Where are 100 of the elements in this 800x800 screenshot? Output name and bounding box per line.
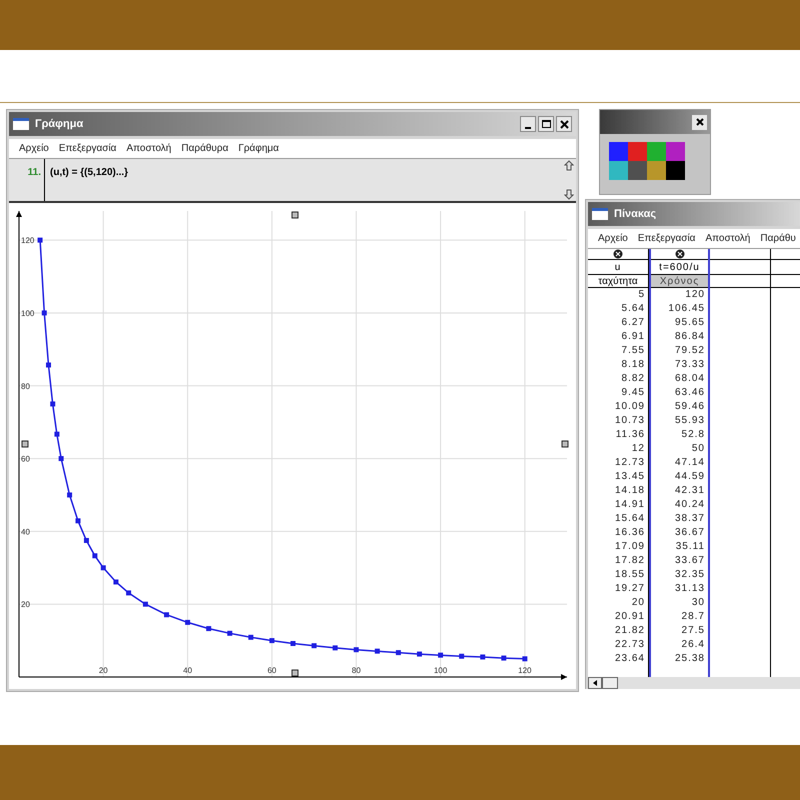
point	[185, 620, 190, 625]
point	[46, 362, 52, 368]
point	[227, 630, 232, 636]
point	[84, 538, 89, 543]
table-cell-text: 21.82	[614, 624, 646, 638]
scroll-down-icon[interactable]	[564, 189, 574, 200]
table-cell-text: 10.73	[614, 414, 646, 428]
point	[248, 634, 254, 640]
table-cell-text: 22.73	[614, 638, 646, 652]
menu-item[interactable]: Γράφημα	[238, 141, 279, 156]
table-cell-text: 5	[637, 288, 646, 302]
point	[206, 626, 212, 632]
close-button[interactable]	[692, 114, 707, 130]
table-cell-text: 52.8	[680, 428, 706, 442]
point	[164, 612, 170, 618]
color-swatch[interactable]	[647, 142, 666, 161]
color-swatch[interactable]	[666, 161, 685, 180]
scroll-left-icon[interactable]	[588, 677, 602, 689]
x-tick-label: 120	[518, 666, 532, 675]
point	[67, 492, 72, 498]
scrollbar-thumb[interactable]	[602, 677, 618, 689]
table-cell-text: 73.33	[674, 358, 706, 372]
point	[38, 238, 43, 243]
menu-item[interactable]: Επεξεργασία	[58, 141, 116, 156]
table-cell-text: 13.45	[614, 470, 646, 484]
table-cell-text: 27.5	[680, 624, 706, 638]
x-tick-label: 100	[434, 666, 448, 675]
point	[58, 456, 64, 462]
table-cell-text: 44.59	[674, 470, 706, 484]
x-tick-label: 80	[352, 666, 361, 675]
y-tick-label: 80	[21, 382, 30, 391]
point	[42, 310, 47, 316]
close-button[interactable]	[556, 116, 572, 132]
point	[113, 579, 118, 584]
color-swatch[interactable]	[628, 161, 647, 180]
menu-item[interactable]: Αρχείο	[19, 141, 49, 156]
column-handle-icon[interactable]	[674, 249, 684, 259]
column-label[interactable]: ταχύτητα	[588, 275, 648, 288]
table-cell-text: 15.64	[614, 512, 646, 526]
point	[480, 654, 486, 660]
table-cell-text: 20.91	[614, 610, 646, 624]
color-swatch[interactable]	[609, 161, 628, 180]
resize-handle[interactable]	[562, 440, 568, 448]
close-icon	[696, 118, 704, 126]
table-cell-text: 12.73	[614, 456, 646, 470]
table-cell-text: 6.91	[620, 330, 646, 344]
table-cell-text: 17.09	[614, 540, 646, 554]
table-cell-text: 68.04	[674, 372, 706, 386]
menu-item[interactable]: Αρχείο	[598, 231, 628, 246]
point	[54, 432, 60, 437]
menu-item[interactable]: Παράθυρα	[181, 141, 228, 156]
table-cell-text: 47.14	[674, 456, 706, 470]
table-cell-text: 14.18	[614, 484, 646, 498]
column-name[interactable]: u	[588, 260, 648, 275]
point	[92, 553, 98, 558]
table-cell-text: 33.67	[674, 554, 706, 568]
menu-item[interactable]: Επεξεργασία	[638, 231, 696, 246]
point	[374, 648, 380, 654]
resize-handle[interactable]	[292, 212, 298, 218]
table-cell-text: 63.46	[674, 386, 706, 400]
y-tick-label: 100	[21, 308, 34, 318]
window-title: Πίνακας	[614, 206, 656, 222]
color-swatch[interactable]	[628, 142, 647, 161]
menu-item[interactable]: Παράθυ	[760, 231, 796, 246]
table-cell-text: 11.36	[614, 428, 646, 442]
table-cell-text: 42.31	[674, 484, 706, 498]
y-tick-label: 40	[21, 527, 30, 536]
window-icon	[592, 208, 608, 220]
table-cell-text: 50	[690, 442, 706, 456]
table-cell-text: 5.64	[620, 302, 646, 316]
table-cell-text: 32.35	[674, 568, 706, 582]
table-cell-text: 31.13	[674, 582, 706, 596]
table-cell-text: 86.84	[674, 330, 706, 344]
scroll-up-icon[interactable]	[564, 160, 574, 171]
point	[269, 638, 274, 644]
minimize-button[interactable]	[520, 116, 536, 132]
resize-handle[interactable]	[292, 670, 298, 676]
table-cell-text: 120	[684, 288, 706, 302]
color-swatch[interactable]	[609, 142, 628, 161]
table-cell-text: 55.93	[674, 414, 706, 428]
table-cell-text: 26.4	[680, 638, 706, 652]
table-cell-text: 106.45	[667, 302, 706, 316]
point	[290, 641, 296, 646]
table-column[interactable]: t=600/u Χρόνος 120 106.45 95.65 86.84 79.52 73.33 68.04 63.46 59.46 55.93 52.8 50 47.14 44.59 42.31 40.24 38.37 36.67 35.11 33.67 32.35 31.13 30 28.7 27.5 26.4 25.38	[649, 249, 710, 677]
table-cell-text: 40.24	[674, 498, 706, 512]
color-swatch[interactable]	[647, 161, 666, 180]
table-cell-text: 30	[690, 596, 706, 610]
point	[76, 518, 81, 524]
horizontal-scrollbar[interactable]	[588, 677, 800, 689]
table-cell-text: 7.55	[620, 344, 646, 358]
table-cell-text: 19.27	[614, 582, 646, 596]
menu-item[interactable]: Αποστολή	[126, 141, 172, 156]
maximize-button[interactable]	[538, 116, 554, 132]
column-label[interactable]: Χρόνος	[651, 275, 708, 288]
resize-handle[interactable]	[22, 440, 28, 448]
column-handle-icon[interactable]	[613, 249, 623, 259]
menu-item[interactable]: Αποστολή	[705, 231, 750, 246]
color-swatch[interactable]	[666, 142, 685, 161]
window-icon	[13, 118, 29, 130]
table-column[interactable]: u ταχύτητα 5 5.64 6.27 6.91 7.55 8.18 8.82 9.45 10.09 10.73 11.36 12 12.73 13.45 14.18 14.91 15.64 16.36 17.09 17.82 18.55 19.27 20 20.91 21.82 22.73 23.64	[588, 249, 649, 677]
